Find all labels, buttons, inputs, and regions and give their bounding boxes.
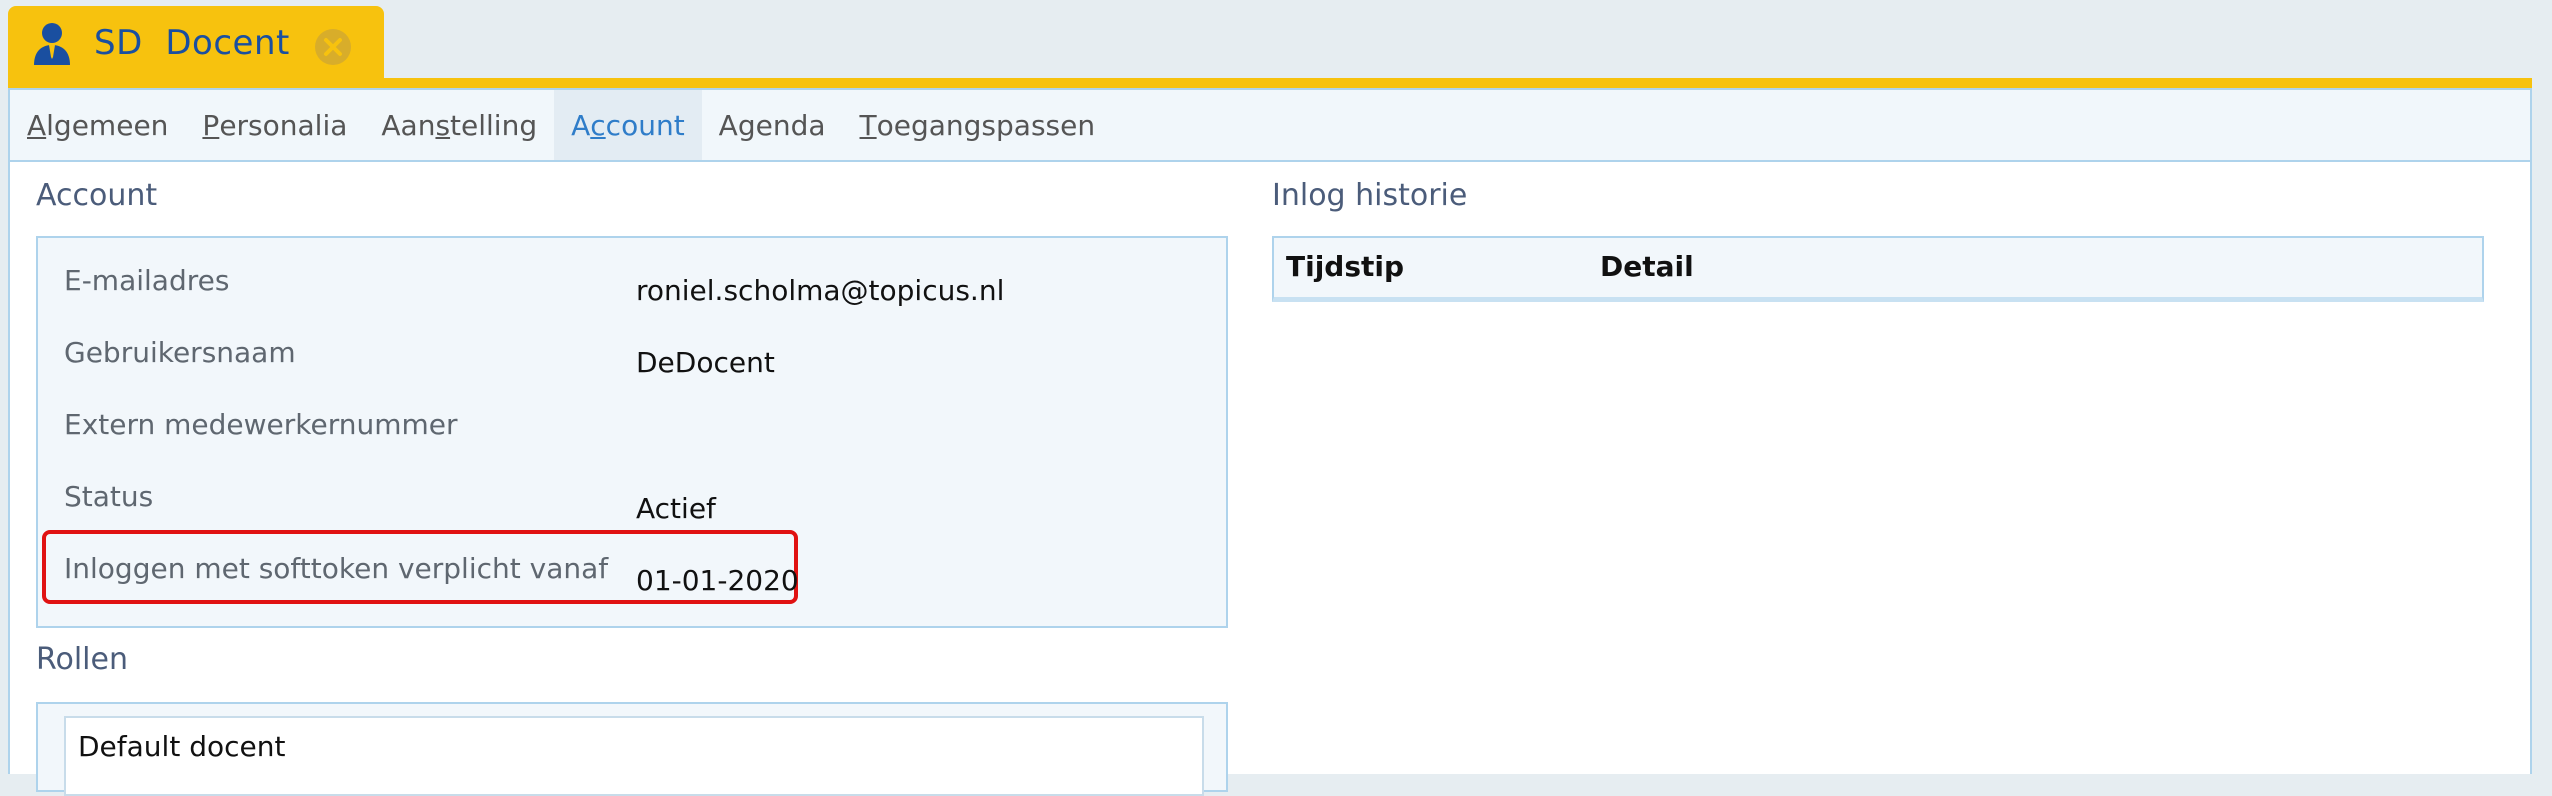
tab-toegangspassen[interactable]: Toegangspassen [843, 90, 1113, 160]
window-tab[interactable]: SD Docent [8, 6, 384, 80]
email-value: roniel.scholma@topicus.nl [636, 274, 1005, 307]
tab-personalia[interactable]: Personalia [185, 90, 364, 160]
tab-agenda[interactable]: Agenda [702, 90, 843, 160]
rollen-section-title: Rollen [36, 642, 128, 677]
account-section-title: Account [36, 178, 158, 213]
tab-accent-bar [8, 78, 2532, 88]
email-label: E-mailadres [64, 264, 230, 297]
column-header-tijdstip[interactable]: Tijdstip [1286, 250, 1404, 283]
history-table-header: Tijdstip Detail [1272, 236, 2484, 302]
main-panel: Algemeen Personalia Aan s telling Ac count … [8, 88, 2532, 796]
tab-algemeen[interactable]: Algemeen [10, 90, 185, 160]
close-icon[interactable] [314, 28, 352, 66]
softtoken-value: 01-01-2020 [636, 564, 799, 597]
status-label: Status [64, 480, 154, 513]
role-name: Default docent [78, 730, 286, 763]
window-tab-title: SD Docent [94, 23, 290, 63]
username-value: DeDocent [636, 346, 775, 379]
account-box: E-mailadres roniel.scholma@topicus.nl Ge… [36, 236, 1228, 628]
softtoken-label: Inloggen met softtoken verplicht vanaf [64, 552, 609, 585]
username-label: Gebruikersnaam [64, 336, 296, 369]
tab-account[interactable]: Ac count [554, 90, 702, 160]
list-item[interactable]: Default docent [64, 716, 1204, 796]
tab-aanstelling[interactable]: Aan s telling [364, 90, 554, 160]
extern-number-label: Extern medewerkernummer [64, 408, 458, 441]
column-header-detail[interactable]: Detail [1600, 250, 1694, 283]
history-section-title: Inlog historie [1272, 178, 1468, 213]
rollen-box: Default docent [36, 702, 1228, 796]
person-icon [32, 21, 72, 65]
status-value: Actief [636, 492, 716, 525]
subtab-bar: Algemeen Personalia Aan s telling Ac count … [10, 90, 2530, 162]
